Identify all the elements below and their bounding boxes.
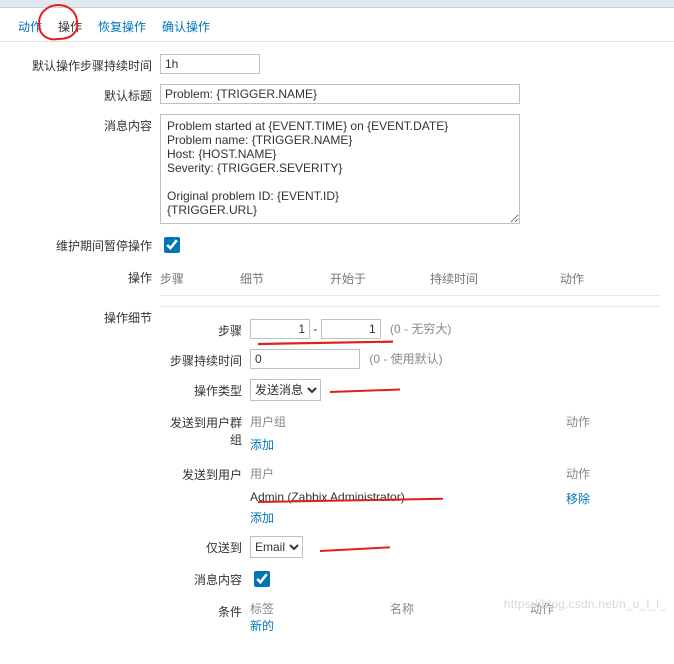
- textarea-default-message[interactable]: Problem started at {EVENT.TIME} on {EVEN…: [160, 114, 520, 224]
- col-usergroup: 用户组: [250, 413, 530, 430]
- label-default-message: 消息内容: [10, 114, 160, 134]
- input-step-to[interactable]: [321, 319, 381, 339]
- tab-bar: 动作 操作 恢复操作 确认操作: [0, 8, 674, 42]
- checkbox-pause-maintenance[interactable]: [164, 237, 180, 253]
- col-cond-action: 动作: [530, 600, 610, 617]
- operations-table-header: 步骤 细节 开始于 持续时间 动作: [160, 266, 660, 296]
- user-name: Admin (Zabbix Administrator): [250, 490, 530, 507]
- hint-use-default: (0 - 使用默认): [369, 352, 442, 366]
- groups-table-header: 用户组 动作: [250, 411, 660, 436]
- col-start: 开始于: [330, 270, 430, 287]
- add-user-link[interactable]: 添加: [250, 511, 274, 525]
- col-duration: 持续时间: [430, 270, 560, 287]
- input-step-duration[interactable]: [250, 349, 360, 369]
- col-details: 细节: [240, 270, 330, 287]
- label-message-content: 消息内容: [160, 568, 250, 588]
- select-send-only-to[interactable]: Email: [250, 536, 303, 558]
- tab-operations[interactable]: 操作: [50, 14, 90, 41]
- col-group-action: 动作: [530, 413, 590, 430]
- label-step-duration: 步骤持续时间: [160, 349, 250, 369]
- input-default-subject[interactable]: [160, 84, 520, 104]
- form: 默认操作步骤持续时间 默认标题 消息内容 Problem started at …: [0, 42, 674, 664]
- tab-recovery[interactable]: 恢复操作: [90, 14, 154, 41]
- label-send-to-groups: 发送到用户群组: [160, 411, 250, 448]
- operation-details-panel: 步骤 - (0 - 无穷大) 步骤持续时间 (0 - 使用默认) 操作类型: [160, 306, 660, 644]
- label-default-subject: 默认标题: [10, 84, 160, 104]
- label-default-duration: 默认操作步骤持续时间: [10, 54, 160, 74]
- col-label: 标签: [250, 600, 390, 617]
- step-dash: -: [313, 322, 320, 336]
- col-steps: 步骤: [160, 270, 240, 287]
- table-row: Admin (Zabbix Administrator) 移除: [250, 488, 660, 509]
- add-group-link[interactable]: 添加: [250, 438, 274, 452]
- users-table-header: 用户 动作: [250, 463, 660, 488]
- conditions-table-header: 标签 名称 动作: [250, 600, 630, 617]
- input-default-duration[interactable]: [160, 54, 260, 74]
- label-op-details: 操作细节: [10, 306, 160, 326]
- new-condition-link[interactable]: 新的: [250, 619, 274, 633]
- checkbox-default-message[interactable]: [254, 571, 270, 587]
- col-user: 用户: [250, 465, 530, 482]
- label-operations: 操作: [10, 266, 160, 286]
- tab-action[interactable]: 动作: [10, 14, 50, 41]
- input-step-from[interactable]: [250, 319, 310, 339]
- label-send-only-to: 仅送到: [160, 536, 250, 556]
- label-pause-maintenance: 维护期间暂停操作: [10, 234, 160, 254]
- remove-user-link[interactable]: 移除: [566, 492, 590, 506]
- select-op-type[interactable]: 发送消息: [250, 379, 321, 401]
- label-send-to-users: 发送到用户: [160, 463, 250, 483]
- col-user-action: 动作: [530, 465, 590, 482]
- col-action: 动作: [560, 270, 640, 287]
- hint-infinity: (0 - 无穷大): [390, 322, 451, 336]
- annotation-underline-steps: [258, 341, 393, 346]
- col-name: 名称: [390, 600, 530, 617]
- tab-ack[interactable]: 确认操作: [154, 14, 218, 41]
- label-op-type: 操作类型: [160, 379, 250, 399]
- label-conditions: 条件: [160, 600, 250, 620]
- window-titlebar: [0, 0, 674, 8]
- label-steps: 步骤: [160, 319, 250, 339]
